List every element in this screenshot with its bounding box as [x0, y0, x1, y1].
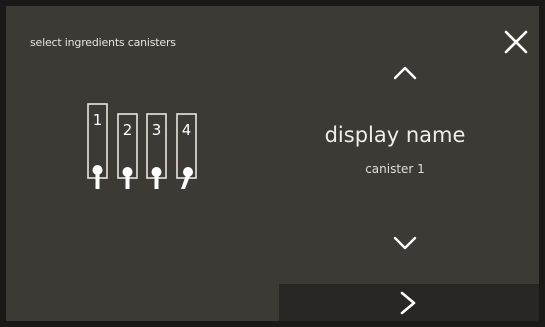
canister-2[interactable]: 2 — [117, 113, 138, 189]
canister-label: 2 — [123, 121, 133, 139]
canister-label: 1 — [93, 111, 103, 129]
previous-canister-button[interactable] — [385, 58, 425, 88]
canister-label: 4 — [182, 121, 192, 139]
page-title: select ingredients canisters — [30, 36, 176, 49]
canister-detail-panel: display name canister 1 — [281, 6, 539, 321]
chevron-down-icon — [393, 236, 417, 250]
next-canister-down-button[interactable] — [385, 228, 425, 258]
chevron-up-icon — [393, 66, 417, 80]
next-button[interactable] — [279, 284, 539, 321]
canister-selector: 1 2 3 4 — [86, 101, 216, 201]
canister-name-value: canister 1 — [365, 162, 425, 176]
canister-1[interactable]: 1 — [87, 103, 108, 189]
canister-4[interactable]: 4 — [176, 113, 197, 189]
canister-3[interactable]: 3 — [146, 113, 167, 189]
display-name-heading: display name — [324, 123, 466, 147]
canister-label: 3 — [152, 121, 162, 139]
screen: select ingredients canisters 1 2 3 4 dis… — [6, 6, 539, 321]
chevron-right-icon — [400, 291, 416, 315]
